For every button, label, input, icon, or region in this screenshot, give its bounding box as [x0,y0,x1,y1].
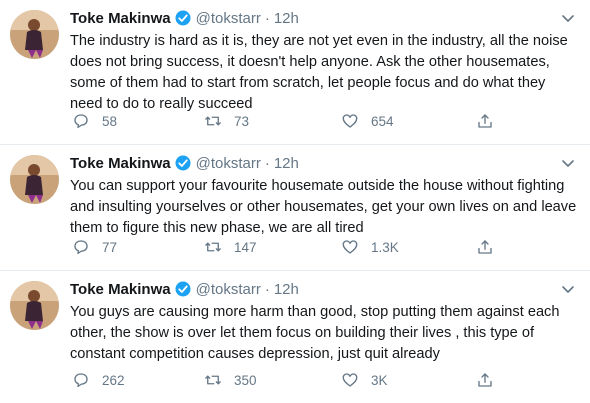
avatar[interactable] [10,155,59,204]
like-count: 654 [371,113,394,129]
tweet[interactable]: Toke Makinwa @tokstarr · 12h The industr… [0,0,590,145]
reply-icon [72,238,90,256]
verified-badge-icon [174,280,192,298]
like-button[interactable]: 654 [341,112,394,130]
retweet-button[interactable]: 73 [204,112,249,130]
share-icon [476,371,494,389]
timestamp[interactable]: 12h [274,155,299,172]
share-icon [476,238,494,256]
tweet-text: You guys are causing more harm than good… [70,304,560,362]
retweet-count: 147 [234,239,257,255]
tweet-header: Toke Makinwa @tokstarr · 12h [70,279,299,299]
share-button[interactable] [476,112,494,130]
tweet[interactable]: Toke Makinwa @tokstarr · 12h You guys ar… [0,271,590,403]
caret-down-icon[interactable] [560,281,576,297]
avatar[interactable] [10,10,59,59]
tweet[interactable]: Toke Makinwa @tokstarr · 12h You can sup… [0,145,590,271]
tweet-header: Toke Makinwa @tokstarr · 12h [70,8,299,28]
retweet-icon [204,238,222,256]
like-icon [341,112,359,130]
avatar[interactable] [10,281,59,330]
tweet-feed: Toke Makinwa @tokstarr · 12h The industr… [0,0,590,403]
reply-button[interactable]: 77 [72,238,117,256]
reply-count: 262 [102,372,125,388]
tweet-header: Toke Makinwa @tokstarr · 12h [70,153,299,173]
retweet-button[interactable]: 147 [204,238,257,256]
reply-button[interactable]: 262 [72,371,125,389]
reply-icon [72,112,90,130]
tweet-actions: 262 350 3K [70,371,500,391]
caret-down-icon[interactable] [560,10,576,26]
retweet-button[interactable]: 350 [204,371,257,389]
like-count: 3K [371,372,388,388]
like-icon [341,238,359,256]
like-count: 1.3K [371,239,399,255]
reply-count: 58 [102,113,118,129]
share-button[interactable] [476,371,494,389]
like-icon [341,371,359,389]
tweet-actions: 58 73 654 [70,112,500,132]
retweet-count: 350 [234,372,257,388]
author-handle[interactable]: @tokstarr [196,155,261,172]
tweet-actions: 77 147 1.3K [70,238,500,258]
share-icon [476,112,494,130]
author-name[interactable]: Toke Makinwa [70,155,171,172]
verified-badge-icon [174,9,192,27]
caret-down-icon[interactable] [560,155,576,171]
retweet-icon [204,371,222,389]
retweet-count: 73 [234,113,250,129]
timestamp[interactable]: 12h [274,281,299,298]
separator-dot: · [264,9,270,27]
timestamp[interactable]: 12h [274,10,299,27]
tweet-text: You can support your favourite housemate… [70,178,577,236]
like-button[interactable]: 1.3K [341,238,399,256]
like-button[interactable]: 3K [341,371,388,389]
tweet-text: The industry is hard as it is, they are … [70,33,568,112]
share-button[interactable] [476,238,494,256]
reply-icon [72,371,90,389]
reply-button[interactable]: 58 [72,112,117,130]
retweet-icon [204,112,222,130]
reply-count: 77 [102,239,118,255]
author-handle[interactable]: @tokstarr [196,281,261,298]
author-name[interactable]: Toke Makinwa [70,281,171,298]
verified-badge-icon [174,154,192,172]
separator-dot: · [264,280,270,298]
separator-dot: · [264,154,270,172]
author-handle[interactable]: @tokstarr [196,10,261,27]
author-name[interactable]: Toke Makinwa [70,10,171,27]
